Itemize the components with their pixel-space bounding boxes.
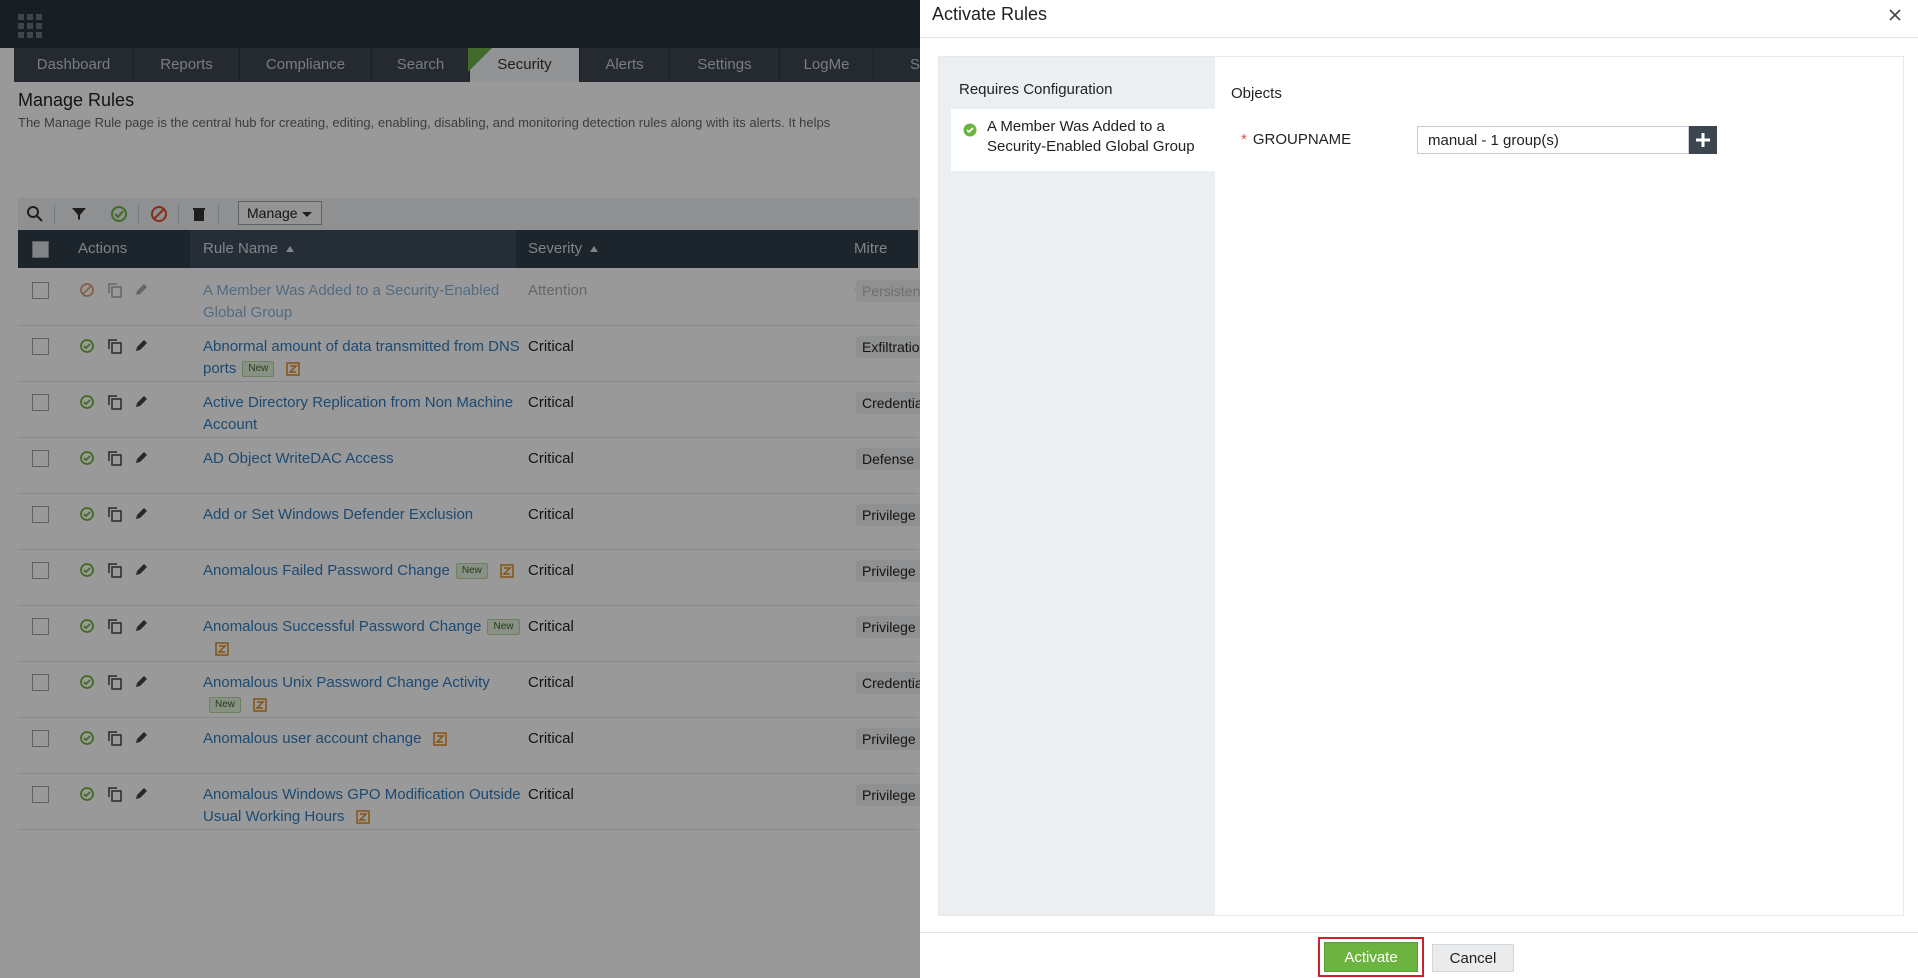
activate-button[interactable]: Activate xyxy=(1324,942,1418,972)
divider xyxy=(920,932,1918,933)
activate-rules-modal: Activate Rules Requires Configuration A … xyxy=(920,0,1918,978)
requires-configuration-heading: Requires Configuration xyxy=(959,81,1113,98)
groupname-label-text: GROUPNAME xyxy=(1252,131,1352,148)
close-icon[interactable] xyxy=(1886,6,1904,24)
check-circle-icon xyxy=(963,123,977,137)
config-rule-item[interactable]: A Member Was Added to a Security-Enabled… xyxy=(951,109,1215,171)
modal-title: Activate Rules xyxy=(932,4,1048,24)
required-mark: * xyxy=(1241,131,1247,148)
groupname-label: * GROUPNAME xyxy=(1241,131,1351,148)
config-sidebar: Requires Configuration A Member Was Adde… xyxy=(939,57,1215,915)
divider xyxy=(920,37,1918,38)
cancel-button[interactable]: Cancel xyxy=(1432,944,1514,972)
modal-body: Requires Configuration A Member Was Adde… xyxy=(938,56,1904,916)
groupname-field[interactable] xyxy=(1417,126,1689,154)
objects-label: Objects xyxy=(1231,85,1282,102)
add-group-button[interactable] xyxy=(1689,126,1717,154)
config-content: Objects * GROUPNAME xyxy=(1229,57,1903,915)
config-rule-name: A Member Was Added to a Security-Enabled… xyxy=(987,118,1195,155)
